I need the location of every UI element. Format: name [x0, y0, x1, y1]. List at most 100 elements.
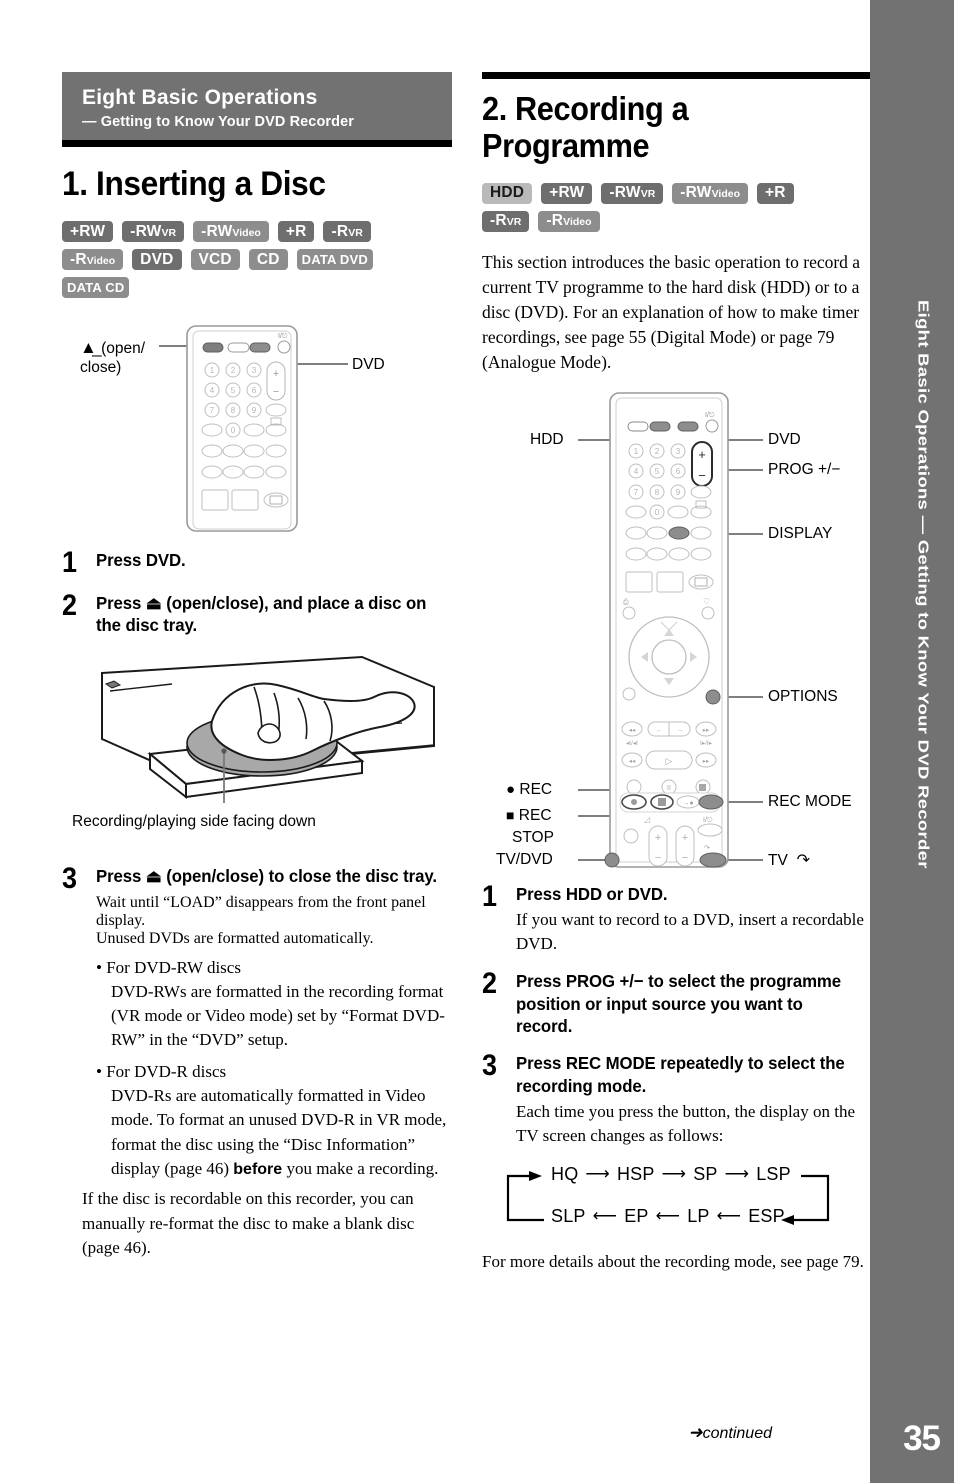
- callout-tv-dvd: TV/DVD: [496, 850, 553, 868]
- callout-rec-stop-2: STOP: [512, 828, 554, 846]
- format-badge: DATA CD: [62, 277, 130, 299]
- dvd-format-bullets: • For DVD-RW discs DVD-RWs are formatted…: [96, 956, 452, 1182]
- callout-open-close: ▲̲ (open/ close): [80, 338, 146, 376]
- svg-text:↷: ↷: [704, 845, 710, 852]
- format-badge: CD: [248, 249, 288, 271]
- format-badge: +RW: [62, 221, 114, 243]
- right-closing-text: For more details about the recording mod…: [482, 1251, 864, 1271]
- svg-text:1: 1: [634, 447, 639, 456]
- cycle-item: SP: [693, 1163, 718, 1184]
- step-number: 2: [62, 588, 78, 622]
- bullet-body: DVD-Rs are automatically formatted in Vi…: [111, 1086, 447, 1178]
- step-text: Press DVD.: [96, 550, 186, 571]
- format-badge: +R: [277, 221, 315, 243]
- step-number: 2: [482, 966, 498, 1000]
- svg-text:8: 8: [231, 406, 236, 415]
- format-badge: -R VR: [323, 221, 371, 243]
- chapter-banner: Eight Basic Operations — Getting to Know…: [62, 72, 452, 148]
- callout-dvd: DVD: [768, 430, 801, 448]
- format-badge: -RW Video: [672, 182, 749, 204]
- disc-tray-figure: Recording/playing side facing down: [62, 651, 452, 851]
- page-number: 35: [903, 1419, 941, 1458]
- step-3-left: 3 Press ⏏ (open/close) to close the disc…: [62, 864, 452, 894]
- top-rule: [482, 72, 872, 79]
- step-text: Press REC MODE repeatedly to select the …: [516, 1053, 845, 1096]
- cycle-item: LP: [687, 1205, 710, 1226]
- svg-text:+: +: [273, 368, 279, 380]
- right-format-badges: HDD +RW -RW VR -RW Video +R -R VR -R Video: [482, 182, 842, 232]
- svg-text:0: 0: [231, 426, 236, 435]
- left-column: Eight Basic Operations — Getting to Know…: [62, 72, 452, 1260]
- step-1-left: 1 Press DVD.: [62, 546, 452, 580]
- svg-text:▸▸: ▸▸: [703, 727, 710, 734]
- svg-text:3: 3: [252, 366, 257, 375]
- disc-illustration-caption: Recording/playing side facing down: [72, 813, 316, 831]
- cycle-arrow: ⟵: [592, 1206, 618, 1226]
- svg-text:◿: ◿: [644, 815, 651, 824]
- svg-text:1: 1: [210, 366, 215, 375]
- cycle-arrow: ⟶: [661, 1164, 687, 1184]
- step-2-right: 2 Press PROG +/− to select the programme…: [482, 966, 872, 1038]
- svg-text:0: 0: [655, 508, 660, 517]
- svg-text:I/⎋: I/⎋: [703, 816, 713, 824]
- step-3-para-2: Unused DVDs are formatted automatically.: [96, 929, 374, 947]
- section-2-title: 2. Recording a Programme: [482, 90, 689, 164]
- cycle-item: HSP: [616, 1163, 655, 1184]
- svg-text:−: −: [655, 852, 661, 864]
- bullet-dvd-r: • For DVD-R discs DVD-Rs are automatical…: [96, 1060, 452, 1181]
- rec-mode-cycle-diagram: HQ ⟶ HSP ⟶ SP ⟶ LSP SLP ⟵ EP ⟵ LP ⟵ ESP: [496, 1162, 846, 1234]
- step-detail: Each time you press the button, the disp…: [516, 1101, 855, 1145]
- format-badge: +R: [757, 182, 794, 204]
- step-1-right: 1 Press HDD or DVD. If you want to recor…: [482, 881, 872, 956]
- page-content: Eight Basic Operations — Getting to Know…: [0, 0, 872, 1483]
- cycle-item: SLP: [551, 1205, 586, 1226]
- cycle-arrow: ⟵: [655, 1206, 681, 1226]
- svg-text:♡: ♡: [703, 597, 710, 606]
- svg-text:I/⎋: I/⎋: [278, 332, 288, 340]
- svg-text:←: ←: [656, 727, 663, 734]
- svg-text:2: 2: [231, 366, 236, 375]
- step-text: Press ⏏ (open/close), and place a disc o…: [96, 592, 427, 636]
- step-text: Press ⏏ (open/close) to close the disc t…: [96, 866, 437, 887]
- svg-text:I▸/I▸: I▸/I▸: [700, 740, 713, 747]
- svg-text:9: 9: [676, 488, 681, 497]
- bullet-dvd-rw: • For DVD-RW discs DVD-RWs are formatted…: [96, 956, 452, 1053]
- svg-text:−: −: [698, 468, 706, 483]
- format-badge: -RW VR: [122, 221, 185, 243]
- svg-text:+: +: [682, 832, 688, 844]
- step-3-right: 3 Press REC MODE repeatedly to select th…: [482, 1049, 872, 1148]
- step-number: 1: [62, 546, 78, 580]
- step-text: Press PROG +/− to select the programme p…: [516, 970, 842, 1037]
- bullet-title: For DVD-R discs: [106, 1062, 227, 1082]
- remote-figure-left: ▲̲ (open/ close) DVD I/⎋ 1 2 3 4 5 6 7 8…: [62, 320, 452, 535]
- svg-text:−: −: [273, 386, 279, 398]
- svg-text:7: 7: [210, 406, 215, 415]
- cycle-row-bottom: SLP ⟵ EP ⟵ LP ⟵ ESP: [544, 1206, 792, 1227]
- svg-text:+: +: [698, 447, 706, 462]
- format-badge: +RW: [541, 182, 593, 204]
- svg-text:6: 6: [252, 386, 257, 395]
- svg-text:5: 5: [231, 386, 236, 395]
- side-tab: Eight Basic Operations — Getting to Know…: [870, 0, 954, 1483]
- step-number: 3: [482, 1049, 498, 1083]
- format-badge: -RW Video: [193, 221, 269, 243]
- callout-hdd: HDD: [530, 430, 564, 448]
- format-badge: DVD: [132, 249, 182, 271]
- svg-text:I/⎋: I/⎋: [705, 411, 715, 419]
- step-2-left: 2 Press ⏏ (open/close), and place a disc…: [62, 588, 452, 638]
- side-tab-label: Eight Basic Operations — Getting to Know…: [915, 300, 932, 869]
- callout-display: DISPLAY: [768, 524, 833, 542]
- step-text: Press HDD or DVD.: [516, 883, 668, 904]
- svg-text:4: 4: [210, 386, 215, 395]
- cycle-item: LSP: [756, 1163, 791, 1184]
- continued-marker: ➜continued: [688, 1423, 772, 1442]
- cycle-row-top: HQ ⟶ HSP ⟶ SP ⟶ LSP: [544, 1164, 798, 1185]
- cycle-item: HQ: [551, 1163, 579, 1184]
- chapter-title: Eight Basic Operations: [82, 86, 318, 109]
- svg-text:8: 8: [655, 488, 660, 497]
- callout-dvd: DVD: [352, 356, 385, 374]
- svg-text:◂◂: ◂◂: [629, 758, 636, 765]
- svg-text:7: 7: [634, 488, 639, 497]
- cycle-arrow: ⟶: [724, 1164, 750, 1184]
- format-badge: HDD: [482, 182, 533, 204]
